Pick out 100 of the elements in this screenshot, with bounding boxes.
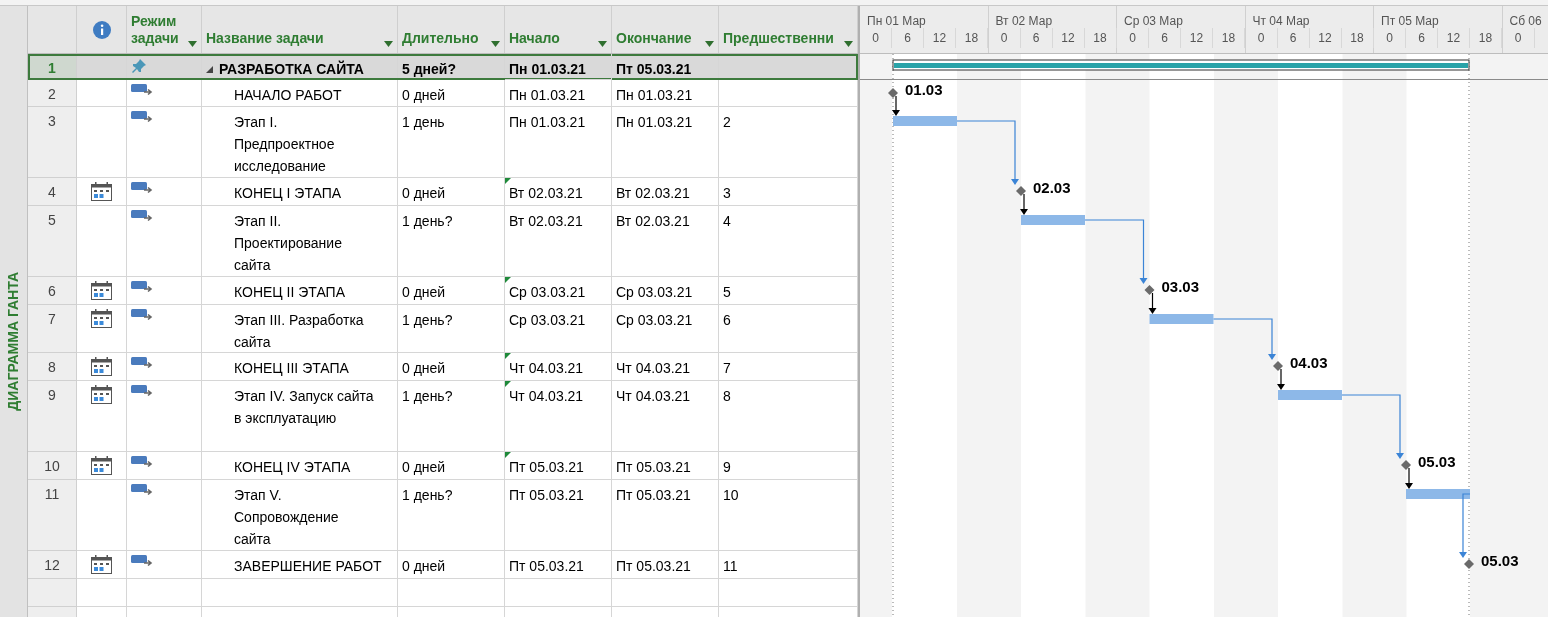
row-number: 9 (28, 381, 77, 452)
task-row[interactable]: 4 КОНЕЦ I ЭТАПА 0 дней Вт 02.03.21 Вт 02.03.21 3 (28, 178, 858, 206)
timescale-hour: 0 (1117, 28, 1149, 48)
task-name: Этап III. Разработка сайта (234, 311, 365, 352)
task-row[interactable]: 5 Этап II. Проектирование сайта 1 день? Вт 02.03.21 Вт 02.03.21 4 (28, 206, 858, 277)
collapse-triangle-icon[interactable] (206, 66, 213, 73)
predecessor-text: 4 (723, 213, 731, 229)
task-row[interactable]: 6 КОНЕЦ II ЭТАПА 0 дней Ср 03.03.21 Ср 03.03.21 5 (28, 277, 858, 305)
timescale-hour: 0 (988, 28, 1021, 48)
start-date: Пт 05.03.21 (509, 487, 584, 503)
start-date: Вт 02.03.21 (509, 185, 583, 201)
start-date: Пн 01.03.21 (509, 87, 586, 103)
table-cell (77, 579, 127, 607)
milestone-diamond-icon (1401, 460, 1411, 470)
task-row[interactable]: 11 Этап V. Сопровождение сайта 1 день? Пт 05.03.21 Пт 05.03.21 10 (28, 480, 858, 551)
task-row[interactable]: 8 КОНЕЦ III ЭТАПА 0 дней Чт 04.03.21 Чт 04.03.21 7 (28, 353, 858, 381)
task-name: РАЗРАБОТКА САЙТА (219, 59, 364, 79)
timescale-hour: 0 (1245, 28, 1278, 48)
duration-text: 5 дней? (402, 61, 456, 77)
task-name: Этап II. Проектирование сайта (234, 212, 343, 275)
timescale-hour: 6 (1149, 28, 1181, 48)
timescale-hour: 12 (924, 28, 956, 48)
predecessor-text: 3 (723, 185, 731, 201)
dependency-arrow (956, 120, 1019, 185)
start-date: Ср 03.03.21 (509, 312, 586, 328)
timescale-hour: 12 (1438, 28, 1470, 48)
timescale-hour: 0 (1374, 28, 1406, 48)
calendar-icon (91, 456, 112, 475)
calendar-icon (91, 555, 112, 574)
predecessor-text: 2 (723, 114, 731, 130)
dependency-arrow (1212, 318, 1276, 360)
start-date: Чт 04.03.21 (509, 388, 584, 404)
task-row[interactable]: 7 Этап III. Разработка сайта 1 день? Ср 03.03.21 Ср 03.03.21 6 (28, 305, 858, 353)
row-number: 4 (28, 178, 77, 206)
timescale-hour: 18 (1084, 28, 1117, 48)
timescale-hour: 6 (1277, 28, 1310, 48)
finish-date: Пт 05.03.21 (616, 459, 691, 475)
finish-date: Вт 02.03.21 (616, 185, 690, 201)
finish-date: Пт 05.03.21 (616, 61, 692, 77)
timescale-hour: 0 (1502, 28, 1535, 48)
milestone-diamond-icon (1016, 186, 1026, 196)
dropdown-caret-icon[interactable] (844, 41, 853, 47)
column-header[interactable]: Режим задачи (127, 6, 202, 53)
task-bar (1278, 390, 1342, 400)
timescale-day: Чт 04 Мар (1245, 6, 1373, 28)
milestone-date-label: 05.03 (1481, 552, 1519, 569)
dropdown-caret-icon[interactable] (598, 41, 607, 47)
view-label: ДИАГРАММА ГАНТА (4, 272, 22, 411)
start-date: Пт 05.03.21 (509, 459, 584, 475)
milestone-date-label: 03.03 (1161, 278, 1200, 295)
row-number: 12 (28, 551, 77, 579)
task-bar (1149, 314, 1214, 324)
start-date: Пн 01.03.21 (509, 61, 586, 77)
milestone-diamond-icon (888, 88, 898, 98)
column-header[interactable]: Предшественни (719, 6, 858, 53)
calendar-icon (91, 182, 112, 201)
timescale-hour: 6 (892, 28, 924, 48)
dependency-arrow (1405, 467, 1413, 489)
predecessor-text: 9 (723, 459, 731, 475)
timescale-day: Ср 03 Мар (1117, 6, 1245, 28)
predecessor-text: 7 (723, 360, 731, 376)
milestone-date-label: 02.03 (1033, 179, 1071, 196)
row-number: 7 (28, 305, 77, 353)
calendar-icon (91, 281, 112, 300)
task-name: Этап IV. Запуск сайта в эксплуатацию (234, 387, 374, 428)
task-row[interactable]: 12 ЗАВЕРШЕНИЕ РАБОТ 0 дней Пт 05.03.21 Пт 05.03.21 11 (28, 551, 858, 579)
timescale-hour: 0 (860, 28, 892, 48)
timescale-hour: 18 (1470, 28, 1502, 48)
column-header[interactable]: Длительно (398, 6, 505, 53)
finish-date: Ср 03.03.21 (616, 284, 693, 300)
task-row[interactable]: 1 РАЗРАБОТКА САЙТА 5 дней? Пн 01.03.21 Пт 05.03.21 (28, 54, 858, 80)
start-date: Пт 05.03.21 (509, 558, 584, 574)
dependency-arrow (1341, 394, 1404, 459)
column-header[interactable]: Название задачи (202, 6, 398, 53)
dependency-arrow (1277, 368, 1285, 390)
dropdown-caret-icon[interactable] (188, 41, 197, 47)
task-row[interactable]: 10 КОНЕЦ IV ЭТАПА 0 дней Пт 05.03.21 Пт 05.03.21 9 (28, 452, 858, 480)
column-header[interactable]: Начало (505, 6, 612, 53)
duration-text: 1 день? (402, 213, 453, 229)
calendar-icon (91, 309, 112, 328)
duration-text: 0 дней (402, 185, 446, 201)
row-number: 10 (28, 452, 77, 480)
duration-text: 0 дней (402, 459, 446, 475)
task-row[interactable]: 2 НАЧАЛО РАБОТ 0 дней Пн 01.03.21 Пн 01.03.21 (28, 80, 858, 107)
task-name: КОНЕЦ I ЭТАПА (234, 184, 342, 203)
task-bar (1021, 215, 1085, 225)
timescale-hour: 12 (1309, 28, 1342, 48)
dependency-arrow (1459, 493, 1471, 558)
dropdown-caret-icon[interactable] (491, 41, 500, 47)
dropdown-caret-icon[interactable] (384, 41, 393, 47)
duration-text: 1 день? (402, 388, 453, 404)
start-date: Чт 04.03.21 (509, 360, 584, 376)
duration-text: 0 дней (402, 558, 446, 574)
milestone-date-label: 04.03 (1290, 354, 1328, 371)
dropdown-caret-icon[interactable] (705, 41, 714, 47)
timescale-day: Пн 01 Мар (860, 6, 988, 28)
task-row[interactable]: 9 Этап IV. Запуск сайта в эксплуатацию 1 день? Чт 04.03.21 Чт 04.03.21 8 (28, 381, 858, 452)
column-header[interactable]: Окончание (612, 6, 719, 53)
dependency-arrow (1148, 292, 1157, 314)
task-row[interactable]: 3 Этап I. Предпроектное исследование 1 день Пн 01.03.21 Пн 01.03.21 2 (28, 107, 858, 178)
